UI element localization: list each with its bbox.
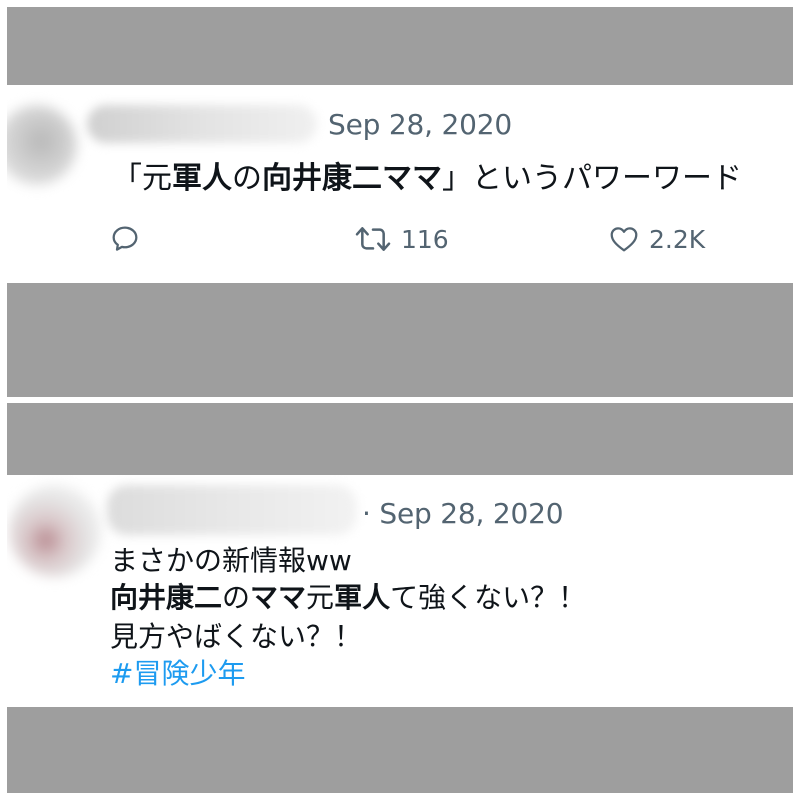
retweet-count: 116 — [401, 224, 449, 254]
heart-icon — [610, 227, 638, 252]
tweet2.line2_parts-segment: 軍人 — [334, 581, 391, 614]
like-count: 2.2K — [649, 224, 706, 254]
retweet-button[interactable]: 116 — [353, 223, 449, 255]
tweet-text: 「元軍人の向井康二ママ」というパワーワード — [112, 153, 742, 197]
tweet-date[interactable]: Sep 28, 2020 — [328, 108, 512, 141]
hashtag-link[interactable]: #冒険少年 — [110, 652, 245, 692]
reply-button[interactable] — [109, 223, 141, 255]
tweet2.line2_parts-segment: て強くない？！ — [390, 581, 587, 614]
date-separator: · — [362, 497, 371, 530]
avatar[interactable] — [9, 485, 101, 577]
tweet-text-line-2: 向井康二のママ元軍人て強くない？！ — [110, 576, 586, 616]
tweet1.text_parts-segment: 軍人 — [172, 161, 232, 196]
tweet-text-line-3: 見方やばくない？！ — [110, 620, 363, 653]
gray-band-middle-upper — [7, 283, 793, 397]
tweet1.text_parts-segment: 向井康二ママ — [262, 161, 442, 196]
user-name-blurred[interactable] — [87, 105, 317, 143]
like-button[interactable]: 2.2K — [607, 223, 705, 255]
tweet2.line2_parts-segment: 元 — [306, 581, 335, 614]
gray-band-top — [7, 7, 793, 85]
tweet-text-line-1: まさかの新情報ww — [110, 544, 352, 577]
reply-icon — [112, 226, 138, 251]
retweet-icon — [355, 227, 391, 251]
tweet-card-1[interactable]: Sep 28, 2020 「元軍人の向井康二ママ」というパワーワード 116 2… — [7, 85, 793, 283]
tweet1.text_parts-segment: 」というパワーワード — [442, 161, 742, 196]
tweet1.text_parts-segment: の — [232, 161, 262, 196]
tweet2.line2_parts-segment: ママ — [250, 581, 307, 614]
user-name-blurred[interactable] — [107, 485, 357, 535]
gray-band-middle-lower — [7, 403, 793, 475]
gray-band-bottom — [7, 707, 793, 793]
tweet2.line2_parts-segment: の — [222, 581, 251, 614]
tweet-date[interactable]: · Sep 28, 2020 — [362, 497, 564, 530]
tweet-date-text: Sep 28, 2020 — [379, 497, 564, 530]
tweet1.text_parts-segment: 「元 — [112, 161, 172, 196]
avatar[interactable] — [7, 105, 77, 185]
tweet-card-2[interactable]: · Sep 28, 2020 まさかの新情報ww 向井康二のママ元軍人て強くない… — [7, 475, 793, 707]
tweet2.line2_parts-segment: 向井康二 — [110, 581, 223, 614]
